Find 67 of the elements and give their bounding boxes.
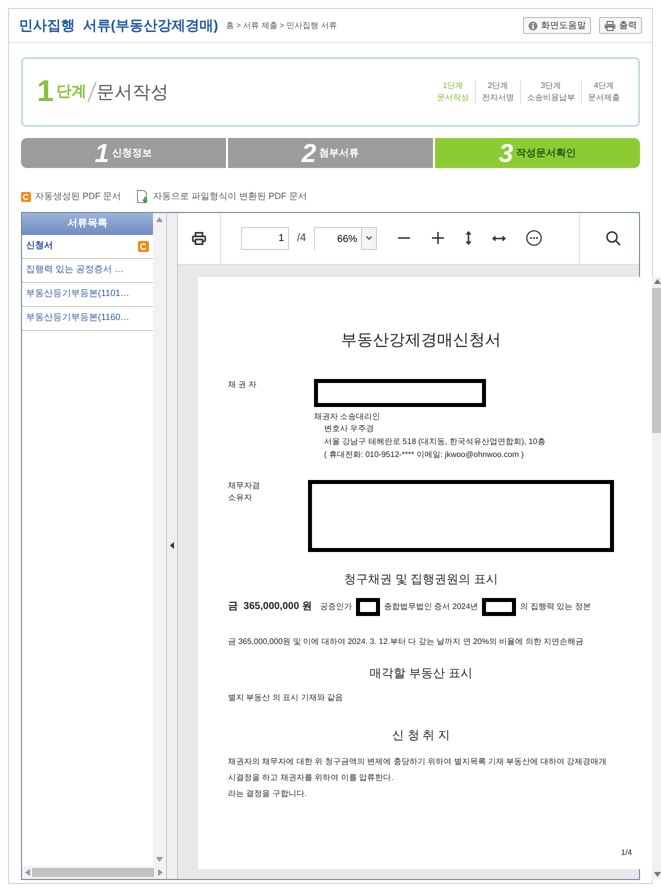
stage-title: 문서작성 — [96, 80, 169, 104]
claim-text: 공증인가 — [320, 600, 352, 613]
print-button[interactable]: 출력 — [599, 16, 642, 34]
stage-unit: 단계 — [56, 82, 87, 102]
section-heading: 청구채권 및 집행권원의 표시 — [342, 570, 499, 588]
scroll-down-icon[interactable] — [654, 872, 660, 876]
scroll-right-icon[interactable] — [158, 868, 163, 876]
list-header: 서류목록 — [22, 212, 153, 234]
purpose-text: 라는 결정을 구합니다. — [228, 788, 308, 800]
claim-detail: 금 365,000,000원 및 이에 대하여 2024. 3. 12.부터 다 갚는 날까지 연 20%의 비율에 의한 지연손해금 — [228, 636, 585, 648]
pdf-auto-icon — [138, 240, 149, 252]
horizontal-arrow-icon — [492, 234, 506, 242]
ellipsis-icon — [526, 230, 542, 246]
redaction-box — [482, 598, 516, 616]
page-total: /4 — [297, 230, 306, 246]
address-line: ( 휴대전화: 010-9512-**** 이메일: jkwoo@ohnwoo.com ) — [323, 448, 525, 461]
search-icon — [606, 230, 621, 246]
slash-icon — [86, 81, 97, 103]
document-download-icon — [137, 190, 150, 204]
vertical-arrow-icon — [465, 231, 472, 245]
collapse-left-icon[interactable] — [170, 542, 174, 549]
scroll-up-icon[interactable] — [156, 216, 163, 222]
page-number: 1/4 — [620, 846, 632, 858]
search-button[interactable] — [606, 230, 621, 246]
more-button[interactable] — [526, 230, 542, 246]
field-label: 채무자겸 — [228, 480, 261, 492]
help-button[interactable]: 화면도움말 — [523, 16, 591, 34]
legend-text: 자동생성된 PDF 문서 — [35, 190, 122, 203]
claim-text: 의 집행력 있는 정본 — [520, 600, 591, 613]
breadcrumb: 홈 > 서류 제출 > 민사집행 서류 — [226, 20, 337, 32]
claim-text: 종합법무법인 증서 2024년 — [384, 600, 478, 613]
stage-number: 1 — [37, 77, 54, 107]
claim-amount: 금 365,000,000 원 — [228, 600, 312, 614]
document-title: 부동산강제경매신청서 — [340, 330, 502, 350]
step-indicator: 3단계 소송비용납부 — [520, 80, 581, 104]
legend-text: 자동으로 파일형식이 변환된 PDF 문서 — [153, 190, 308, 203]
redaction-box — [356, 598, 380, 616]
field-label: 소유자 — [228, 492, 253, 504]
info-icon — [528, 20, 538, 30]
step-indicator: 4단계 문서제출 — [581, 80, 626, 104]
scroll-left-icon[interactable] — [25, 868, 30, 876]
address-line: 서울 강남구 테헤란로 518 (대치동, 한국석유산업연합회), 10층 — [323, 436, 546, 448]
purpose-text: 채권자의 채무자에 대한 위 청구금액의 변제에 충당하기 위하여 별지목록 기재 부동산에 대하여 강제경매개시결정을 하고 채권자를 위하여 이를 압류한다. — [228, 756, 608, 784]
fit-width-button[interactable] — [492, 234, 506, 242]
printer-icon — [604, 20, 616, 30]
caret-icon — [366, 236, 372, 240]
page-number-field[interactable]: 1 — [241, 226, 289, 250]
print-button[interactable] — [192, 232, 206, 244]
scrollbar-thumb[interactable] — [32, 868, 154, 876]
section-heading: 매각할 부동산 표시 — [368, 664, 474, 682]
field-label: 채 권 자 — [228, 380, 256, 388]
printer-icon — [192, 232, 206, 244]
step-indicator: 1단계 문서작성 — [436, 80, 470, 104]
zoom-in-button[interactable] — [431, 231, 446, 245]
plus-icon — [431, 231, 446, 245]
address-line: 채권자 소송대리인 — [314, 410, 382, 422]
fit-height-button[interactable] — [465, 231, 472, 245]
step-indicator: 2단계 전자서명 — [475, 80, 520, 104]
scrollbar-thumb[interactable] — [652, 288, 661, 432]
scroll-up-icon[interactable] — [654, 278, 660, 284]
address-line: 변호사 우주경 — [323, 423, 376, 436]
pdf-auto-icon — [21, 192, 31, 202]
page-title: 민사집행 서류(부동산강제경매) — [19, 16, 218, 35]
zoom-select[interactable]: 66% — [314, 226, 378, 250]
section-heading: 신 청 취 지 — [390, 726, 451, 744]
property-text: 별지 부동산 의 표시 기재와 같음 — [228, 692, 344, 704]
scroll-down-icon[interactable] — [156, 856, 163, 862]
